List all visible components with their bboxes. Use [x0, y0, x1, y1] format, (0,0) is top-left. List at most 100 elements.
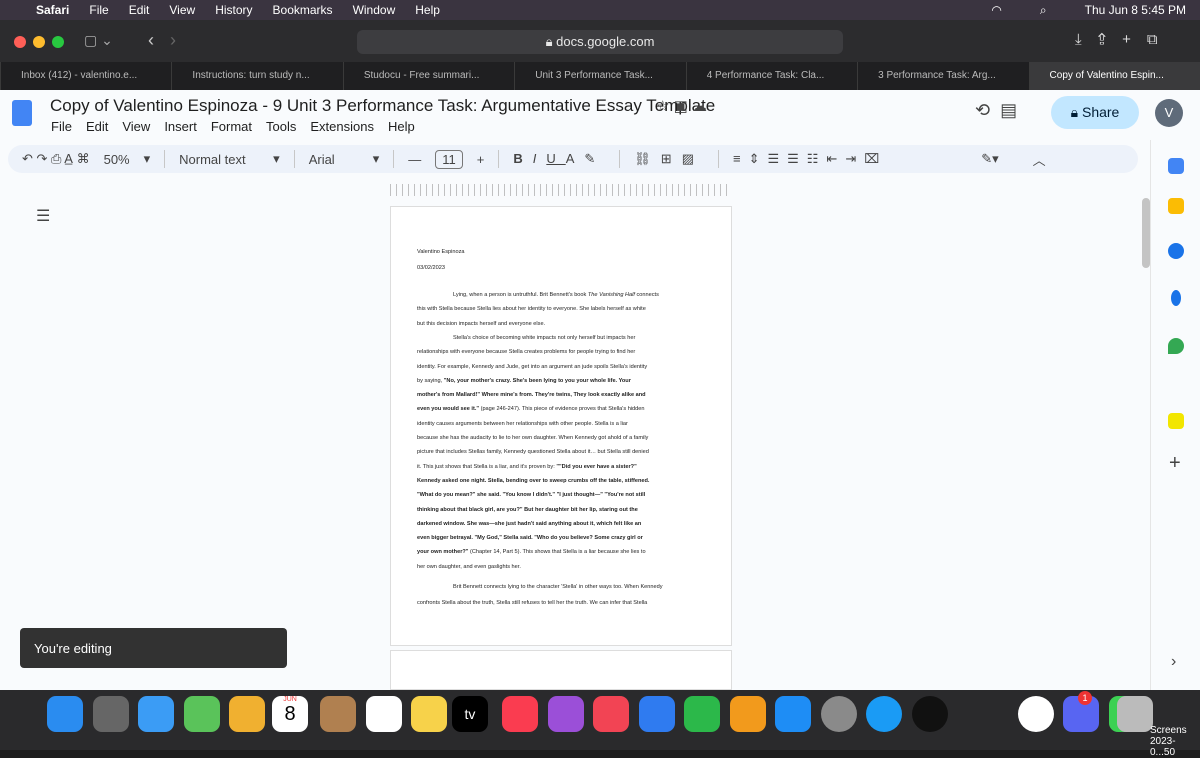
- editing-toast: You're editing: [20, 628, 287, 668]
- menu-app-name[interactable]: Safari: [36, 3, 69, 17]
- tab-gmail-inbox[interactable]: Inbox (412) - valentino.e...: [0, 62, 171, 90]
- news-app[interactable]: [593, 696, 629, 732]
- download-share-newtab-icons[interactable]: ⤓⇪+⧉: [1075, 31, 1174, 48]
- menu-window[interactable]: Window: [353, 3, 396, 17]
- tab-copy-valentino[interactable]: Copy of Valentino Espin...: [1028, 62, 1200, 90]
- style-select[interactable]: Normal text: [179, 152, 259, 167]
- safari-app[interactable]: [866, 696, 902, 732]
- maps-icon[interactable]: [1168, 338, 1184, 354]
- history-comment-icons[interactable]: ⟲ ▤: [975, 100, 1017, 121]
- text-run: identity. For example, Kennedy and Jude,…: [417, 363, 648, 370]
- chrome-app[interactable]: [1017, 696, 1054, 732]
- calendar-app[interactable]: JUN 8: [272, 696, 308, 732]
- menu-file[interactable]: File: [89, 3, 108, 17]
- menu-view[interactable]: View: [169, 3, 195, 17]
- sidebar-icon[interactable]: ▢ ⌄: [84, 32, 113, 49]
- edit-mode-icon[interactable]: ✎▾: [981, 151, 998, 167]
- document-page[interactable]: Valentino Espinoza 03/02/2023 Lying, when …: [390, 206, 732, 646]
- docs-menu-help[interactable]: Help: [388, 119, 415, 134]
- document-line: picture that includes Stellas family, Ke…: [417, 449, 649, 455]
- clock[interactable]: Thu Jun 8 5:45 PM: [1085, 3, 1186, 18]
- document-page-2[interactable]: [390, 650, 732, 690]
- calendar-icon[interactable]: [1168, 158, 1184, 174]
- document-line: even you would see it." (page 246-247). …: [417, 406, 645, 412]
- contacts-icon[interactable]: [1171, 290, 1181, 306]
- forward-icon[interactable]: ›: [170, 30, 176, 51]
- text-run: your own mother?": [417, 549, 469, 556]
- app-store-app[interactable]: [775, 696, 811, 732]
- font-size-input[interactable]: 11: [435, 149, 463, 169]
- keynote-app[interactable]: [638, 696, 675, 732]
- docs-menu-tools[interactable]: Tools: [266, 119, 296, 134]
- reminders-app[interactable]: [365, 696, 402, 732]
- notes-app[interactable]: [411, 696, 447, 732]
- tab-unit3-task[interactable]: Unit 3 Performance Task...: [514, 62, 685, 90]
- menu-history[interactable]: History: [215, 3, 252, 17]
- text-run: ""Did you ever have a sister?": [556, 463, 637, 470]
- finder-app[interactable]: [47, 696, 83, 732]
- undo-redo-print-icons[interactable]: ↶ ↷ ⎙ A̲ ⌘: [22, 151, 90, 167]
- outline-icon[interactable]: ☰: [36, 206, 50, 226]
- pages-app[interactable]: [729, 696, 766, 732]
- avatar[interactable]: V: [1155, 99, 1183, 127]
- text-run: Stella's choice of becoming white impact…: [453, 334, 636, 341]
- trash-app[interactable]: [1117, 696, 1153, 732]
- text-run: identity causes arguments between her re…: [417, 420, 628, 427]
- close-window-button[interactable]: [14, 36, 26, 48]
- wifi-icon[interactable]: ◠: [991, 3, 1001, 18]
- docs-menu-edit[interactable]: Edit: [86, 119, 108, 134]
- collapse-icon[interactable]: ︿: [1033, 150, 1046, 169]
- format-icons[interactable]: BIUA✎: [513, 151, 605, 167]
- zoom-select[interactable]: 50%: [104, 152, 130, 167]
- expand-icon[interactable]: ›: [1171, 653, 1176, 671]
- tab-gmail-instructions[interactable]: Instructions: turn study n...: [171, 62, 342, 90]
- menu-edit[interactable]: Edit: [129, 3, 150, 17]
- minimize-window-button[interactable]: [33, 36, 45, 48]
- music-app[interactable]: [502, 696, 538, 732]
- tab-task-4[interactable]: 4 Performance Task: Cla...: [685, 62, 857, 90]
- document-title[interactable]: Copy of Valentino Espinoza - 9 Unit 3 Pe…: [50, 96, 715, 116]
- docs-menu-format[interactable]: Format: [211, 119, 252, 134]
- text-run: connects: [634, 292, 659, 298]
- system-settings-app[interactable]: [820, 696, 857, 732]
- scrollbar[interactable]: [1142, 198, 1150, 268]
- mail-app[interactable]: [138, 696, 174, 732]
- launchpad-app[interactable]: [92, 696, 129, 732]
- contacts-app[interactable]: [320, 696, 356, 732]
- docs-menu-file[interactable]: File: [51, 119, 72, 134]
- tab-task-3[interactable]: 3 Performance Task: Arg...: [857, 62, 1028, 90]
- menu-help[interactable]: Help: [415, 3, 440, 17]
- add-addon-icon[interactable]: +: [1169, 452, 1181, 475]
- increase-font-icon[interactable]: +: [477, 152, 485, 167]
- docs-menu-view[interactable]: View: [122, 119, 150, 134]
- docs-menu-insert[interactable]: Insert: [164, 119, 197, 134]
- font-select[interactable]: Arial: [309, 152, 359, 167]
- text-run: Brit Bennett connects lying to the chara…: [453, 584, 663, 590]
- screenshot-file[interactable]: Screens 2023-0...50: [1150, 725, 1200, 758]
- address-bar[interactable]: 🔒︎ docs.google.com: [357, 30, 843, 54]
- tasks-icon[interactable]: [1168, 243, 1184, 259]
- star-move-cloud-icons[interactable]: ☆ ▣ ☁: [656, 97, 707, 115]
- numbers-app[interactable]: [684, 696, 720, 732]
- insert-icons[interactable]: ⛓⊞▨: [634, 151, 704, 167]
- paragraph-icons[interactable]: ≡⇕☰☰☷⇤⇥⌧: [733, 151, 887, 167]
- decrease-font-icon[interactable]: —: [408, 152, 421, 167]
- download-icon[interactable]: [1168, 413, 1184, 429]
- maps-app[interactable]: [183, 696, 220, 732]
- apple-tv-app[interactable]: tv: [452, 696, 488, 732]
- back-icon[interactable]: ‹: [148, 30, 154, 51]
- keep-icon[interactable]: [1168, 198, 1184, 214]
- menu-bookmarks[interactable]: Bookmarks: [273, 3, 333, 17]
- docs-menu-extensions[interactable]: Extensions: [310, 119, 374, 134]
- docs-logo-icon[interactable]: [12, 100, 32, 126]
- podcasts-app[interactable]: [547, 696, 584, 732]
- text-run: (Chapter 14, Part 5). This shows that St…: [468, 549, 646, 556]
- text-run: thinking about that black girl, are you?…: [417, 506, 638, 513]
- share-button[interactable]: 🔒︎ Share: [1051, 96, 1139, 129]
- photos-app[interactable]: [229, 696, 265, 732]
- zoom-window-button[interactable]: [52, 36, 64, 48]
- tab-studocu[interactable]: Studocu - Free summari...: [342, 62, 514, 90]
- search-icon[interactable]: ⌕: [1040, 3, 1047, 18]
- ruler[interactable]: [390, 184, 732, 196]
- spotify-app[interactable]: [911, 696, 948, 732]
